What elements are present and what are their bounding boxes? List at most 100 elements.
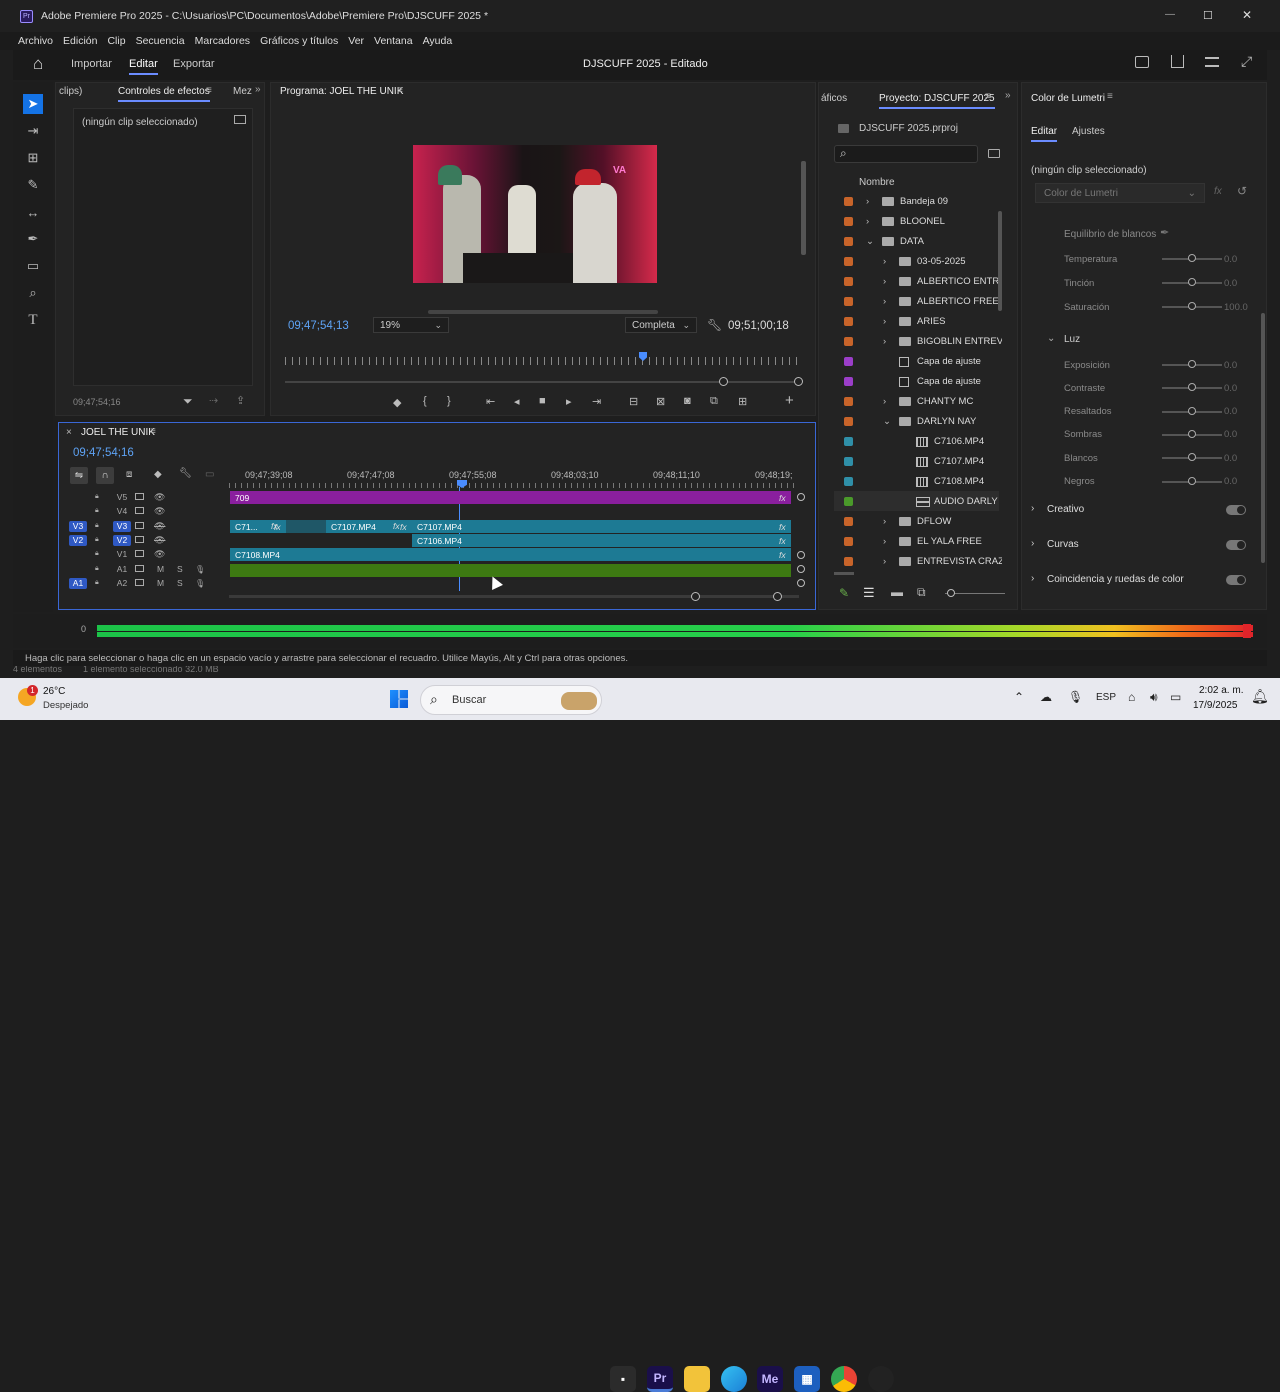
project-item[interactable]: AUDIO DARLY <box>834 491 999 511</box>
discord-app-icon[interactable] <box>868 1366 894 1392</box>
insert-nest-icon[interactable]: ⇋ <box>70 467 88 484</box>
slider-value[interactable]: 0.0 <box>1224 429 1237 440</box>
more-panels-icon[interactable]: » <box>255 84 261 95</box>
project-item[interactable]: › ARIES <box>834 311 999 331</box>
section-toggle[interactable] <box>1226 505 1246 515</box>
chevron-down-icon[interactable]: ⌄ <box>883 416 891 427</box>
sync-lock-icon[interactable] <box>135 579 144 586</box>
share-icon[interactable] <box>1171 55 1184 68</box>
clock-date[interactable]: 17/9/2025 <box>1193 700 1238 711</box>
voiceover-icon[interactable]: 🎙︎ <box>195 565 205 574</box>
chevron-up-icon[interactable]: ⌃ <box>1014 690 1024 704</box>
timeline-h-scrollbar[interactable] <box>229 595 799 598</box>
lumetri-section[interactable]: › Curvas <box>1022 536 1262 556</box>
menu-graficos[interactable]: Gráficos y títulos <box>260 35 338 47</box>
menu-edicion[interactable]: Edición <box>63 35 97 47</box>
sync-lock-icon[interactable] <box>135 507 144 514</box>
track-height-handle[interactable] <box>797 579 805 587</box>
luz-section-label[interactable]: Luz <box>1064 334 1080 345</box>
reset-icon[interactable]: ↺ <box>1237 184 1247 198</box>
label-color-swatch[interactable] <box>844 516 853 526</box>
fx-icon[interactable]: fx <box>1214 186 1222 197</box>
label-color-swatch[interactable] <box>844 416 853 426</box>
label-color-swatch[interactable] <box>844 296 853 306</box>
track-name[interactable]: V1 <box>113 549 131 560</box>
label-color-swatch[interactable] <box>844 196 853 206</box>
label-color-swatch[interactable] <box>844 496 853 506</box>
lock-icon[interactable]: 🔒︎ <box>95 565 99 573</box>
project-item[interactable]: ⌄ DATA <box>834 231 999 251</box>
voiceover-icon[interactable]: 🎙︎ <box>195 579 205 588</box>
razor-tool-icon[interactable]: ✎ <box>23 175 43 195</box>
lumetri-tab-ajustes[interactable]: Ajustes <box>1072 126 1105 137</box>
lumetri-slider-row[interactable]: Negros 0.0 <box>1022 472 1267 492</box>
new-search-bin-icon[interactable] <box>988 149 1000 158</box>
chevron-down-icon[interactable]: ⌄ <box>866 236 874 247</box>
sync-lock-icon[interactable] <box>135 536 144 543</box>
column-name[interactable]: Nombre <box>859 177 895 188</box>
chevron-right-icon[interactable]: › <box>883 296 886 307</box>
home-icon[interactable]: ⌂ <box>33 54 43 74</box>
timeline-timecode[interactable]: 09;47;54;16 <box>73 447 134 459</box>
source-patch[interactable] <box>69 564 87 575</box>
fullscreen-icon[interactable]: ⤢ <box>1241 53 1252 70</box>
label-color-swatch[interactable] <box>844 276 853 286</box>
lock-icon[interactable]: 🔒︎ <box>95 579 99 587</box>
solo-button[interactable]: S <box>177 578 183 588</box>
source-patch[interactable]: V2 <box>69 534 87 546</box>
thumb-size-knob[interactable] <box>947 589 955 597</box>
track-name[interactable]: V5 <box>113 492 131 503</box>
media-encoder-icon[interactable]: Me <box>757 1366 783 1392</box>
program-tab[interactable]: Programa: JOEL THE UNIK <box>280 86 403 97</box>
project-item[interactable]: › Bandeja 09 <box>834 191 999 211</box>
weather-desc[interactable]: Despejado <box>43 700 88 711</box>
temperature[interactable]: 26°C <box>43 686 65 697</box>
slider-value[interactable]: 0.0 <box>1224 383 1237 394</box>
chevron-right-icon[interactable]: › <box>883 516 886 527</box>
sync-lock-icon[interactable] <box>135 565 144 572</box>
export-icon[interactable]: ⇪ <box>236 394 245 407</box>
ripple-edit-tool-icon[interactable]: ⊞ <box>23 148 43 168</box>
lumetri-tab-editar[interactable]: Editar <box>1031 126 1058 142</box>
label-color-swatch[interactable] <box>844 316 853 326</box>
program-menu-icon[interactable]: ≡ <box>397 85 403 96</box>
lumetri-section[interactable]: › Creativo <box>1022 501 1262 521</box>
camera-icon[interactable]: ◙ <box>684 395 691 407</box>
freeform-view-icon[interactable]: ⧉ <box>917 585 926 600</box>
lock-icon[interactable]: 🔒︎ <box>95 536 99 544</box>
eye-icon[interactable]: 👁︎ <box>154 492 165 503</box>
mark-out-icon[interactable]: } <box>447 395 451 407</box>
toggle-view-icon[interactable] <box>234 115 246 124</box>
selection-tool-icon[interactable]: ➤ <box>23 94 43 114</box>
track-select-tool-icon[interactable]: ⇥ <box>23 121 43 141</box>
extract-icon[interactable]: ⊠ <box>656 395 665 408</box>
eye-icon[interactable]: 👁︎ <box>154 549 165 560</box>
slider-knob[interactable] <box>1188 406 1196 415</box>
label-color-swatch[interactable] <box>844 436 853 446</box>
slider-value[interactable]: 0.0 <box>1224 254 1237 265</box>
menu-secuencia[interactable]: Secuencia <box>136 35 185 47</box>
timeline-marker-icon[interactable]: ◆ <box>154 469 162 480</box>
chevron-down-icon[interactable]: ⌄ <box>1047 333 1055 344</box>
taskbar-search[interactable]: ⌕ Buscar <box>420 685 602 715</box>
chevron-right-icon[interactable]: › <box>866 216 869 227</box>
play-only-icon[interactable]: ⇢ <box>209 394 218 407</box>
lock-icon[interactable]: 🔒︎ <box>95 522 99 530</box>
writable-pencil-icon[interactable]: ✎ <box>839 586 849 600</box>
label-color-swatch[interactable] <box>844 396 853 406</box>
snap-icon[interactable]: ∩ <box>96 467 114 484</box>
list-view-icon[interactable]: ☰ <box>863 585 875 601</box>
track-name[interactable]: V3 <box>113 520 131 532</box>
project-item[interactable]: › ENTREVISTA CRAZ <box>834 551 1002 571</box>
close-sequence-icon[interactable]: × <box>66 427 72 438</box>
track-height-handle[interactable] <box>797 551 805 559</box>
slider-value[interactable]: 0.0 <box>1224 360 1237 371</box>
track-name[interactable]: V4 <box>113 506 131 517</box>
track-header[interactable]: V2 🔒︎ V2 👁︎ <box>59 533 229 547</box>
project-item[interactable]: C7106.MP4 <box>834 431 999 451</box>
project-scrollbar[interactable] <box>998 211 1002 311</box>
lumetri-slider-row[interactable]: Contraste 0.0 <box>1022 378 1267 398</box>
slider-value[interactable]: 0.0 <box>1224 453 1237 464</box>
source-patch[interactable] <box>69 506 87 517</box>
tab-graficos[interactable]: áficos <box>821 93 847 104</box>
